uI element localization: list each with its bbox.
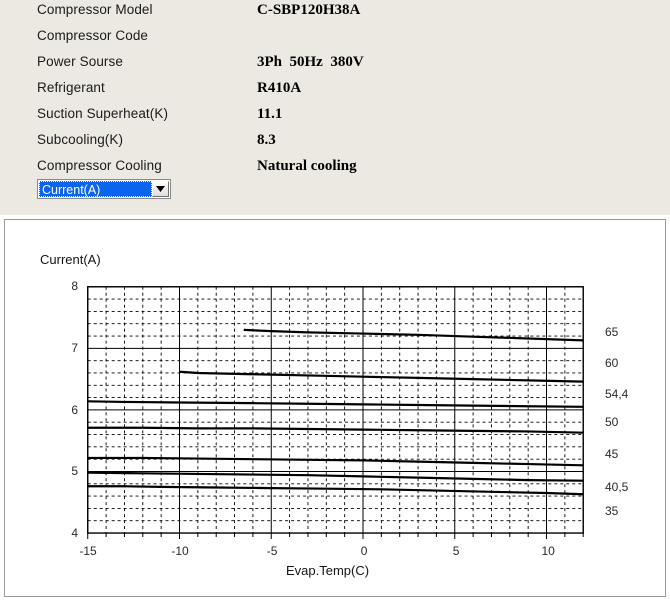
chart-variable-select-value[interactable]: Current(A) [39, 181, 152, 197]
y-axis-tick-label: 8 [71, 279, 78, 293]
y-axis-tick-label: 6 [71, 402, 78, 417]
condensing-temp-label: 60 [605, 356, 619, 371]
compressor-info-table: Compressor Model C-SBP120H38A Compressor… [37, 2, 364, 184]
info-label-compressor-code: Compressor Code [37, 28, 149, 43]
y-axis-tick-label: 7 [71, 340, 78, 355]
info-row: Compressor Model C-SBP120H38A [37, 2, 364, 28]
y-axis-title: Current(A) [40, 252, 101, 267]
condensing-temp-label: 45 [605, 446, 619, 461]
x-axis-tick-label: 5 [452, 544, 460, 558]
condensing-temp-label: 35 [605, 504, 619, 519]
info-label-power-sourse: Power Sourse [37, 54, 123, 69]
y-axis-tick-label: 5 [71, 464, 78, 479]
info-row: Subcooling(K) 8.3 [37, 132, 364, 158]
chart-variable-select[interactable]: Current(A) [37, 179, 171, 199]
x-axis-tick-label: 0 [360, 544, 368, 558]
info-label-subcooling: Subcooling(K) [37, 132, 124, 147]
x-axis-tick-label: -10 [171, 544, 189, 558]
chevron-down-icon[interactable] [152, 181, 169, 197]
info-label-refrigerant: Refrigerant [37, 80, 105, 95]
info-row: Suction Superheat(K) 11.1 [37, 106, 364, 132]
info-value-compressor-model: C-SBP120H38A [257, 2, 361, 18]
info-value-subcooling: 8.3 [257, 132, 276, 148]
info-row: Power Sourse 3Ph 50Hz 380V [37, 54, 364, 80]
info-value-compressor-cooling: Natural cooling [257, 158, 357, 174]
x-axis-tick-label: 10 [541, 544, 555, 558]
info-row: Compressor Code [37, 28, 364, 54]
condensing-temp-label: 50 [605, 414, 619, 429]
info-value-refrigerant: R410A [257, 80, 302, 96]
x-axis-tick-label: -5 [266, 544, 278, 558]
condensing-temp-label: 40,5 [605, 479, 629, 494]
compressor-info-panel: Compressor Model C-SBP120H38A Compressor… [0, 0, 670, 215]
x-axis-tick-label: -15 [79, 544, 97, 558]
condensing-temp-label: 65 [605, 325, 619, 340]
info-label-compressor-cooling: Compressor Cooling [37, 158, 162, 173]
condensing-temp-label: 54,4 [605, 387, 629, 402]
y-axis-tick-label: 4 [71, 526, 78, 540]
performance-chart [87, 286, 584, 540]
chart-panel [4, 219, 666, 597]
app-window: Compressor Model C-SBP120H38A Compressor… [0, 0, 670, 601]
info-label-compressor-model: Compressor Model [37, 2, 153, 17]
info-label-suction-superheat: Suction Superheat(K) [37, 106, 169, 121]
info-row: Refrigerant R410A [37, 80, 364, 106]
info-value-suction-superheat: 11.1 [257, 106, 283, 122]
x-axis-title: Evap.Temp(C) [286, 563, 370, 578]
info-value-power-sourse: 3Ph 50Hz 380V [257, 54, 364, 70]
